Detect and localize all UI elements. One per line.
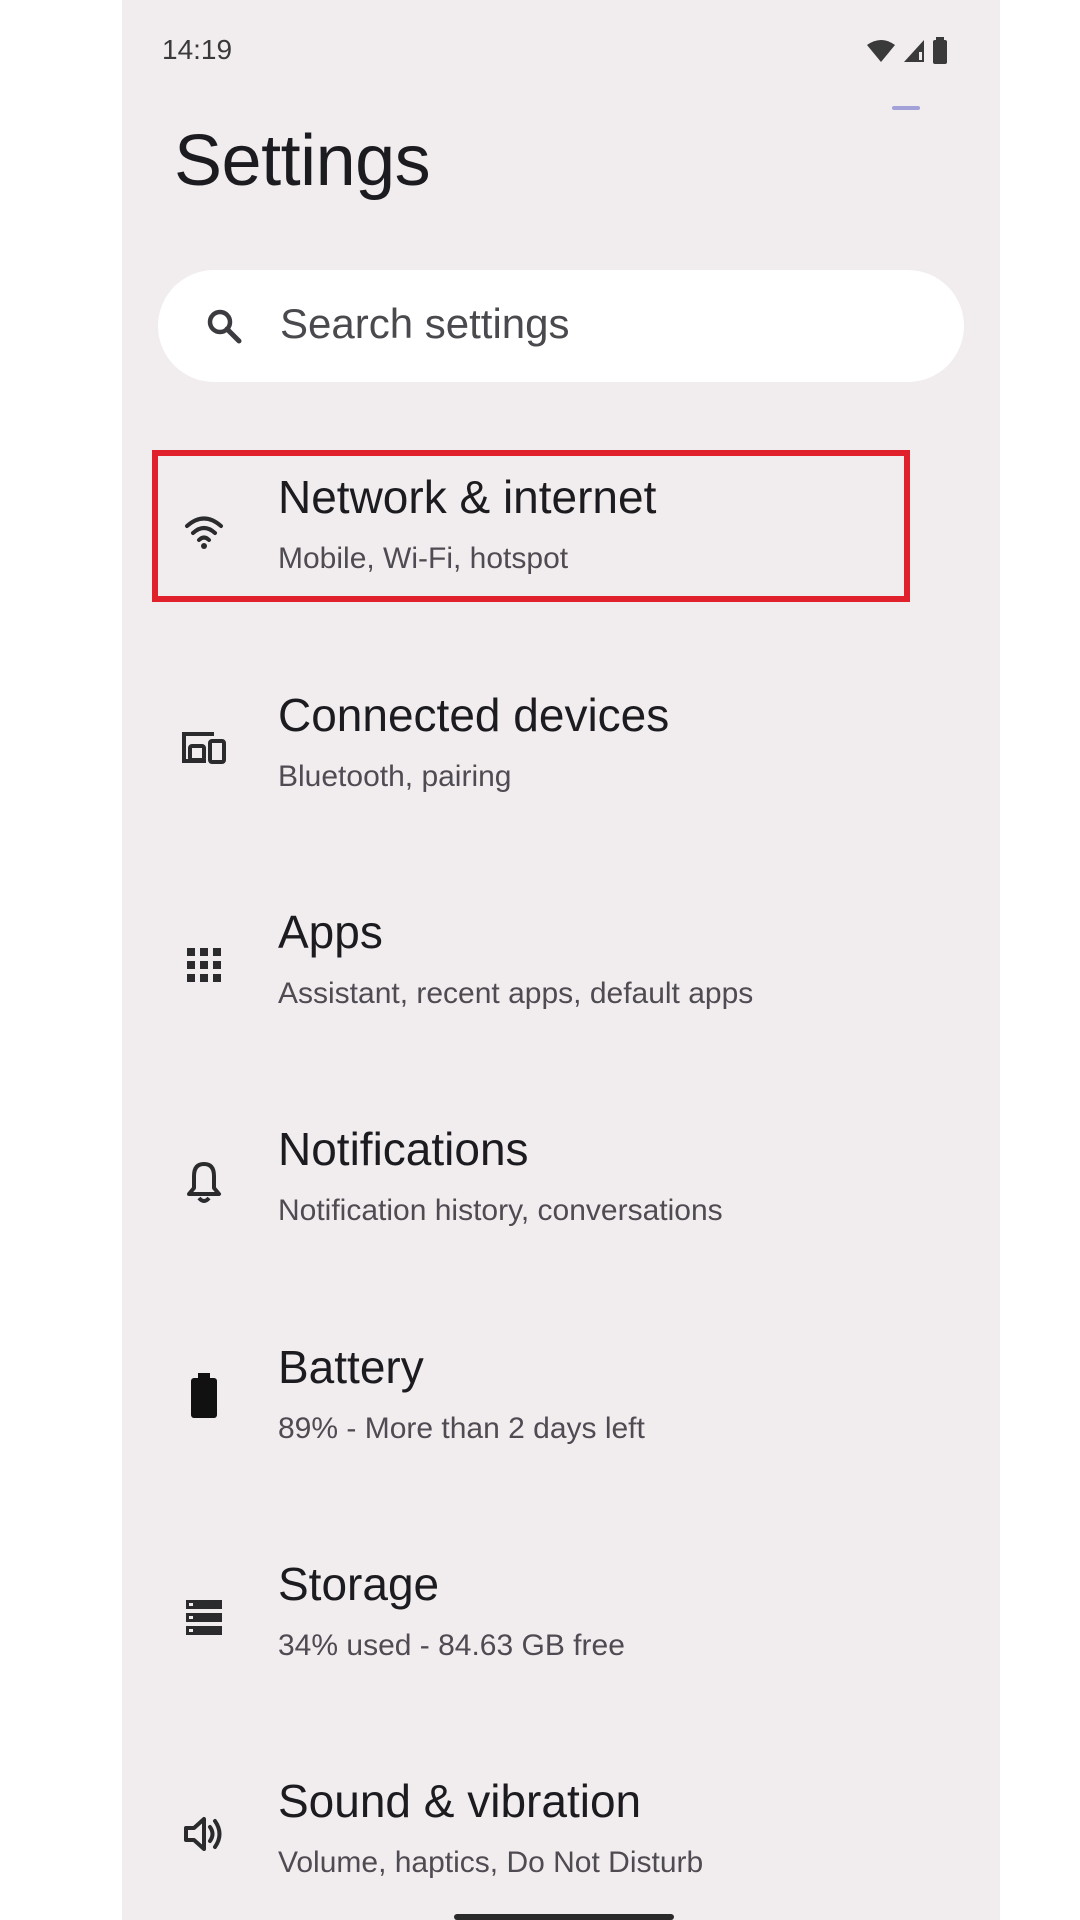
battery-icon — [180, 1372, 228, 1420]
setting-title: Storage — [278, 1558, 440, 1610]
status-icons — [866, 36, 948, 66]
page-title: Settings — [174, 121, 431, 201]
signal-icon — [902, 38, 926, 64]
setting-subtitle: Bluetooth, pairing — [278, 760, 512, 793]
setting-subtitle: 34% used - 84.63 GB free — [278, 1629, 625, 1662]
setting-title: Apps — [278, 906, 383, 958]
status-time: 14:19 — [162, 34, 233, 65]
setting-battery[interactable]: Battery 89% - More than 2 days left — [122, 1326, 1000, 1486]
bell-icon — [180, 1158, 228, 1206]
setting-subtitle: 89% - More than 2 days left — [278, 1412, 645, 1445]
devices-icon — [180, 724, 228, 772]
wifi-icon — [866, 39, 896, 63]
search-bar[interactable]: Search settings — [158, 270, 964, 382]
setting-title: Sound & vibration — [278, 1775, 642, 1827]
apps-grid-icon — [180, 941, 228, 989]
settings-screen: 14:19 Settings Search settings Network &… — [122, 0, 1000, 1920]
search-icon — [204, 306, 244, 351]
highlight-box — [152, 450, 910, 602]
navigation-handle[interactable] — [454, 1914, 674, 1920]
status-bar: 14:19 — [122, 28, 1000, 72]
setting-title: Connected devices — [278, 689, 670, 741]
scroll-indicator — [892, 106, 920, 110]
setting-subtitle: Volume, haptics, Do Not Disturb — [278, 1846, 704, 1879]
setting-apps[interactable]: Apps Assistant, recent apps, default app… — [122, 891, 1000, 1051]
setting-notifications[interactable]: Notifications Notification history, conv… — [122, 1108, 1000, 1268]
setting-connected-devices[interactable]: Connected devices Bluetooth, pairing — [122, 674, 1000, 834]
setting-title: Battery — [278, 1341, 424, 1393]
volume-icon — [180, 1810, 228, 1858]
setting-title: Notifications — [278, 1123, 529, 1175]
search-placeholder: Search settings — [280, 300, 570, 347]
setting-subtitle: Notification history, conversations — [278, 1194, 723, 1227]
setting-storage[interactable]: Storage 34% used - 84.63 GB free — [122, 1543, 1000, 1703]
setting-sound-vibration[interactable]: Sound & vibration Volume, haptics, Do No… — [122, 1760, 1000, 1920]
storage-icon — [180, 1593, 228, 1641]
setting-subtitle: Assistant, recent apps, default apps — [278, 977, 754, 1010]
battery-icon — [932, 37, 948, 65]
